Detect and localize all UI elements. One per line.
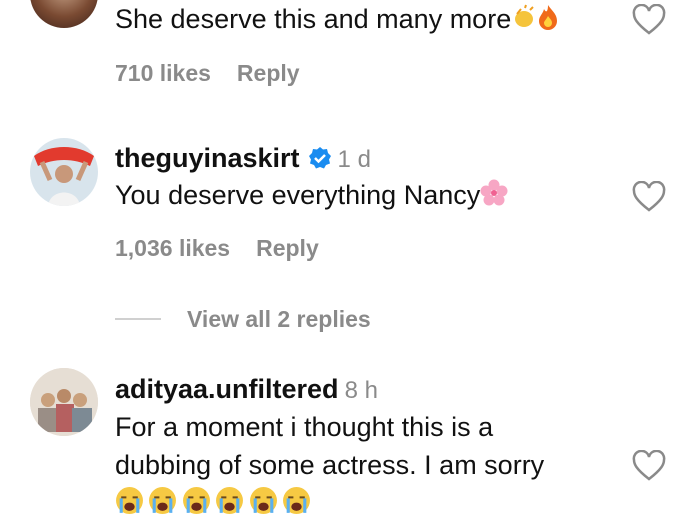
timestamp: 8 h <box>344 377 378 404</box>
like-heart-icon[interactable] <box>632 450 666 482</box>
clapping-hands-icon <box>511 4 537 38</box>
fire-icon <box>537 4 559 38</box>
like-heart-icon[interactable] <box>632 181 666 213</box>
loudly-crying-face-icon <box>116 487 143 514</box>
emoji-row <box>115 486 311 515</box>
cherry-blossom-icon <box>480 179 508 215</box>
avatar[interactable] <box>30 138 98 206</box>
loudly-crying-face-icon <box>283 487 311 514</box>
loudly-crying-face-icon <box>216 487 244 514</box>
comment-text-line-2: dubbing of some actress. I am sorry <box>115 450 545 480</box>
likes-count[interactable]: 710 likes <box>115 60 211 86</box>
loudly-crying-face-icon <box>182 487 210 514</box>
comment-meta: 710 likes Reply <box>115 60 326 87</box>
loudly-crying-face-icon <box>249 487 277 514</box>
loudly-crying-face-icon <box>149 487 177 514</box>
comment-text-line-1: For a moment i thought this is a <box>115 412 494 442</box>
view-replies-button[interactable]: View all 2 replies <box>187 306 371 333</box>
timestamp: 1 d <box>337 146 371 173</box>
username[interactable]: adityaa.unfiltered <box>115 374 339 404</box>
comment-header: theguyinaskirt 1 d <box>115 141 371 178</box>
reply-button[interactable]: Reply <box>256 235 319 261</box>
comment-header: adityaa.unfiltered 8 h <box>115 372 378 408</box>
comment-meta: 1,036 likes Reply <box>115 235 345 262</box>
comment-text: She deserve this and many more <box>115 2 559 38</box>
verified-badge-icon <box>308 144 332 178</box>
likes-count[interactable]: 1,036 likes <box>115 235 230 261</box>
avatar[interactable] <box>30 0 98 28</box>
username[interactable]: theguyinaskirt <box>115 143 300 173</box>
reply-button[interactable]: Reply <box>237 60 300 86</box>
comment-text: You deserve everything Nancy <box>115 178 508 215</box>
like-heart-icon[interactable] <box>632 4 666 36</box>
avatar[interactable] <box>30 368 98 436</box>
divider <box>115 318 161 320</box>
